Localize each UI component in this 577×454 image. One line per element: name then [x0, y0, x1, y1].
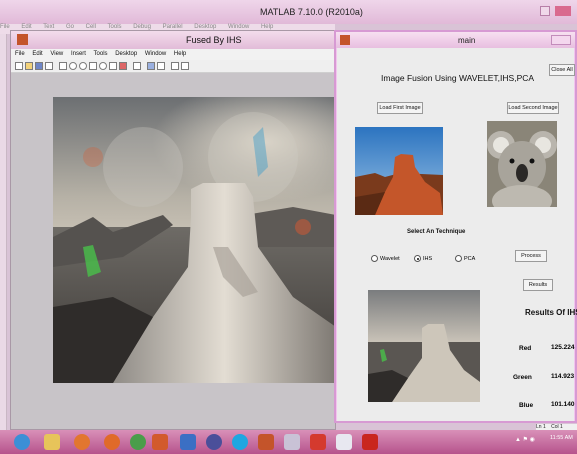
- main-panel: Close All Image Fusion Using WAVELET,IHS…: [337, 48, 577, 421]
- close-all-button[interactable]: Close All: [549, 64, 575, 76]
- link-icon[interactable]: [133, 62, 141, 70]
- second-image: [487, 121, 557, 207]
- load-first-image-button[interactable]: Load First Image: [377, 102, 423, 114]
- app-heading: Image Fusion Using WAVELET,IHS,PCA: [381, 73, 535, 83]
- main-window-title: main: [458, 36, 476, 45]
- fused-menu-tools[interactable]: Tools: [94, 51, 108, 57]
- minimize-icon[interactable]: [540, 6, 550, 16]
- paint-icon[interactable]: [284, 434, 300, 450]
- file-explorer-icon[interactable]: [44, 434, 60, 450]
- powerpoint-icon[interactable]: [310, 434, 326, 450]
- radio-wavelet-label: Wavelet: [380, 255, 400, 262]
- word-icon[interactable]: [180, 434, 196, 450]
- windows-taskbar: ▲ ⚑ ◉ 11:55 AM: [0, 430, 577, 454]
- fused-menu-desktop[interactable]: Desktop: [115, 51, 137, 57]
- fused-menubar: File Edit View Insert Tools Desktop Wind…: [11, 49, 335, 60]
- hide-tools-icon[interactable]: [171, 62, 179, 70]
- result-blue-value: 101.140: [551, 401, 575, 408]
- radio-pca-label: PCA: [464, 255, 476, 262]
- radio-pca[interactable]: PCA: [455, 255, 475, 262]
- matlab-title: MATLAB 7.10.0 (R2010a): [260, 7, 363, 17]
- zoom-in-icon[interactable]: [69, 62, 77, 70]
- zoom-out-icon[interactable]: [79, 62, 87, 70]
- taskbar-clock[interactable]: 11:55 AM: [550, 435, 573, 441]
- result-green-value: 114.923: [551, 373, 575, 380]
- main-gui-window: main Close All Image Fusion Using WAVELE…: [334, 30, 577, 423]
- matlab-logo-icon: [340, 35, 350, 45]
- menu-file[interactable]: File: [0, 24, 10, 30]
- result-green-label: Green: [513, 374, 532, 381]
- fused-menu-file[interactable]: File: [15, 51, 25, 57]
- brush-icon[interactable]: [119, 62, 127, 70]
- firefox-icon[interactable]: [104, 434, 120, 450]
- matlab-figure-taskbar-icon[interactable]: [258, 434, 274, 450]
- process-button[interactable]: Process: [515, 250, 547, 262]
- media-player-icon[interactable]: [74, 434, 90, 450]
- fused-toolbar: [11, 60, 335, 73]
- open-file-icon[interactable]: [25, 62, 33, 70]
- main-titlebar: main: [336, 32, 575, 48]
- fused-menu-help[interactable]: Help: [174, 51, 186, 57]
- technique-heading: Select An Technique: [407, 229, 466, 235]
- print-icon[interactable]: [45, 62, 53, 70]
- internet-explorer-icon[interactable]: [14, 434, 30, 450]
- save-icon[interactable]: [35, 62, 43, 70]
- legend-icon[interactable]: [157, 62, 165, 70]
- fused-window-title: Fused By IHS: [186, 35, 242, 45]
- fused-menu-window[interactable]: Window: [145, 51, 166, 57]
- fused-menu-insert[interactable]: Insert: [71, 51, 86, 57]
- eclipse-icon[interactable]: [206, 434, 222, 450]
- fused-image-graphic: [53, 97, 336, 383]
- app-window-icon[interactable]: [336, 434, 352, 450]
- first-image: [355, 127, 443, 215]
- fused-titlebar: Fused By IHS: [11, 31, 335, 49]
- matlab-taskbar-icon[interactable]: [152, 434, 168, 450]
- radio-wavelet-indicator[interactable]: [371, 255, 378, 262]
- radio-ihs-indicator[interactable]: [414, 255, 421, 262]
- rotate-icon[interactable]: [99, 62, 107, 70]
- fused-figure-window: Fused By IHS File Edit View Insert Tools…: [10, 30, 336, 430]
- chrome-icon[interactable]: [130, 434, 146, 450]
- fused-result-graphic: [368, 290, 480, 402]
- result-red-label: Red: [519, 345, 532, 352]
- result-blue-label: Blue: [519, 402, 534, 409]
- close-icon[interactable]: [555, 6, 571, 16]
- fused-image: [53, 97, 336, 383]
- matlab-logo-icon: [17, 34, 28, 45]
- fused-result-image: [368, 290, 480, 402]
- second-image-graphic: [487, 121, 557, 207]
- window-controls[interactable]: [551, 35, 571, 45]
- results-button[interactable]: Results: [523, 279, 553, 291]
- fused-menu-view[interactable]: View: [50, 51, 63, 57]
- radio-wavelet[interactable]: Wavelet: [371, 255, 400, 262]
- show-tools-icon[interactable]: [181, 62, 189, 70]
- new-figure-icon[interactable]: [15, 62, 23, 70]
- colorbar-icon[interactable]: [147, 62, 155, 70]
- data-cursor-icon[interactable]: [109, 62, 117, 70]
- pdf-reader-icon[interactable]: [362, 434, 378, 450]
- radio-ihs[interactable]: IHS: [414, 255, 432, 262]
- pan-icon[interactable]: [89, 62, 97, 70]
- radio-pca-indicator[interactable]: [455, 255, 462, 262]
- matlab-left-strip: [0, 34, 7, 434]
- matlab-titlebar: MATLAB 7.10.0 (R2010a): [0, 0, 577, 24]
- pointer-icon[interactable]: [59, 62, 67, 70]
- results-heading: Results Of IHS: [525, 308, 577, 317]
- radio-ihs-label: IHS: [423, 255, 433, 262]
- result-red-value: 125.224: [551, 344, 575, 351]
- fused-menu-edit[interactable]: Edit: [32, 51, 42, 57]
- system-tray[interactable]: ▲ ⚑ ◉: [515, 436, 535, 443]
- first-image-graphic: [355, 127, 443, 215]
- load-second-image-button[interactable]: Load Second Image: [507, 102, 559, 114]
- skype-icon[interactable]: [232, 434, 248, 450]
